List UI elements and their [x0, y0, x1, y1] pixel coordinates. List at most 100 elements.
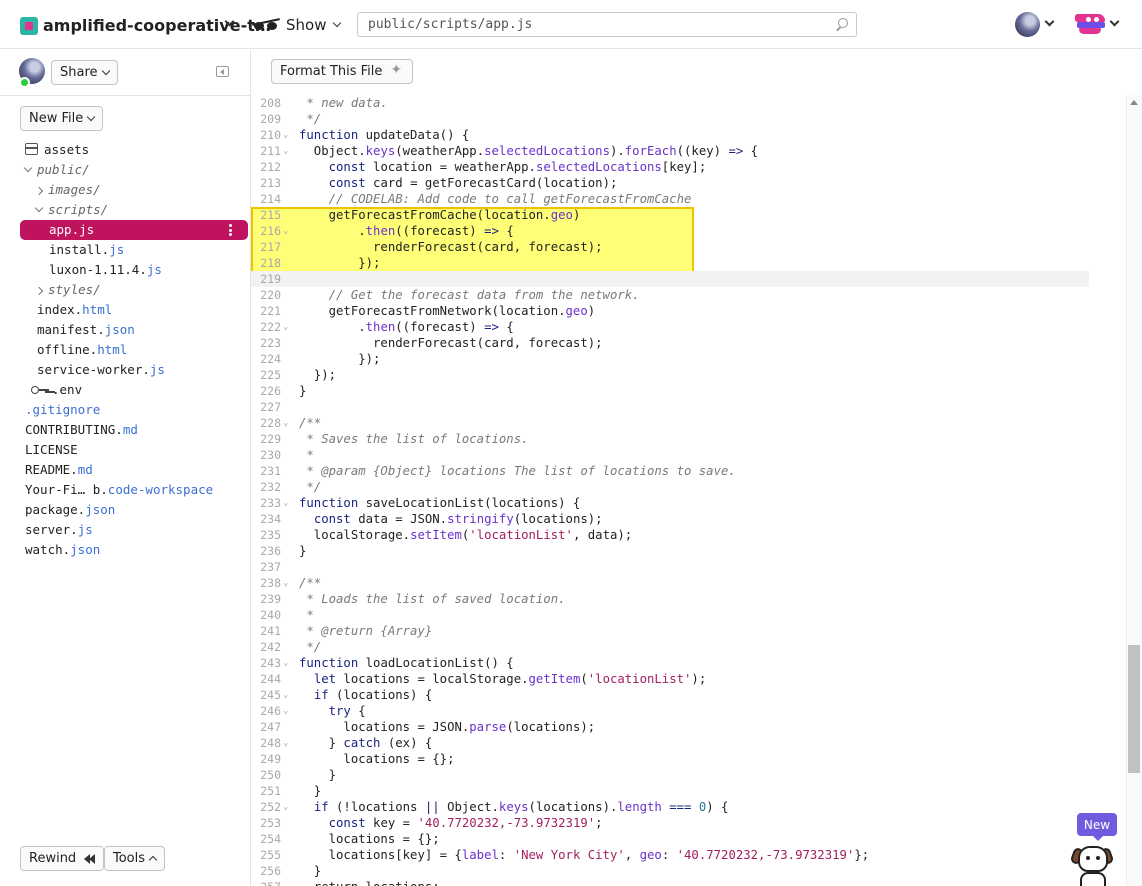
code-line[interactable]: 209 */ — [251, 111, 1131, 127]
new-badge[interactable]: New — [1077, 813, 1117, 841]
tools-button[interactable]: Tools — [104, 846, 166, 871]
code-line[interactable]: 245 ⌄ if (locations) { — [251, 687, 1131, 703]
code-line[interactable]: 220 // Get the forecast data from the ne… — [251, 287, 1131, 303]
code-line[interactable]: 236} — [251, 543, 1131, 559]
fold-chevron-icon[interactable]: ⌄ — [283, 143, 288, 159]
code-line[interactable]: 252 ⌄ if (!locations || Object.keys(locat… — [251, 799, 1131, 815]
file-luxon-1-11-4-js[interactable]: luxon-1.11.4.js — [49, 260, 162, 280]
code-line[interactable]: 218 }); — [251, 255, 1131, 271]
share-button[interactable]: Share — [51, 60, 118, 85]
fold-chevron-icon[interactable]: ⌄ — [283, 127, 288, 143]
code-line[interactable]: 257 return locations; — [251, 879, 1131, 886]
fold-chevron-icon[interactable]: ⌄ — [283, 223, 288, 239]
project-name[interactable]: amplified-cooperative-t… — [43, 16, 271, 35]
file-env[interactable]: .env — [31, 380, 82, 400]
code-line[interactable]: 241 * @return {Array} — [251, 623, 1131, 639]
code-line[interactable]: 251 } — [251, 783, 1131, 799]
file-contributing-md[interactable]: CONTRIBUTING.md — [25, 420, 138, 440]
file-search[interactable] — [357, 12, 857, 37]
file-assets[interactable]: assets — [25, 140, 89, 160]
code-line[interactable]: 233 ⌄ function saveLocationList(locations)… — [251, 495, 1131, 511]
code-editor[interactable]: 208 * new data. 209 */210 ⌄ function update… — [251, 95, 1142, 886]
code-line[interactable]: 234 const data = JSON.stringify(location… — [251, 511, 1131, 527]
file-license[interactable]: LICENSE — [25, 440, 78, 460]
code-line[interactable]: 214 // CODELAB: Add code to call getFore… — [251, 191, 1131, 207]
scrollbar-thumb[interactable] — [1128, 645, 1140, 773]
file-server-js[interactable]: server.js — [25, 520, 93, 540]
code-line[interactable]: 240 * — [251, 607, 1131, 623]
code-line[interactable]: 231 * @param {Object} locations The list… — [251, 463, 1131, 479]
code-line[interactable]: 221 getForecastFromNetwork(location.geo) — [251, 303, 1131, 319]
code-line[interactable]: 249 locations = {}; — [251, 751, 1131, 767]
file-service-worker-js[interactable]: service-worker.js — [37, 360, 165, 380]
code-line[interactable]: 212 const location = weatherApp.selected… — [251, 159, 1131, 175]
file-install-js[interactable]: install.js — [49, 240, 124, 260]
code-line[interactable]: 254 locations = {}; — [251, 831, 1131, 847]
code-line[interactable]: 242 */ — [251, 639, 1131, 655]
more-options-icon[interactable] — [229, 224, 232, 236]
fold-chevron-icon[interactable]: ⌄ — [283, 415, 288, 431]
code-line[interactable]: 222 ⌄ .then((forecast) => { — [251, 319, 1131, 335]
code-line[interactable]: 246 ⌄ try { — [251, 703, 1131, 719]
file-manifest-json[interactable]: manifest.json — [37, 320, 135, 340]
code-line[interactable]: 255 locations[key] = {label: 'New York C… — [251, 847, 1131, 863]
code-line[interactable]: 237 — [251, 559, 1131, 575]
folder-public[interactable]: public/ — [23, 160, 90, 180]
file-gitignore[interactable]: .gitignore — [25, 400, 100, 420]
code-line[interactable]: 210 ⌄ function updateData() { — [251, 127, 1131, 143]
code-line[interactable]: 238 ⌄ /** — [251, 575, 1131, 591]
code-line[interactable]: 228 ⌄ /** — [251, 415, 1131, 431]
rewind-button[interactable]: Rewind — [20, 846, 105, 871]
code-line[interactable]: 223 renderForecast(card, forecast); — [251, 335, 1131, 351]
dog-mascot-icon[interactable] — [1069, 842, 1115, 886]
code-line[interactable]: 224 }); — [251, 351, 1131, 367]
fold-chevron-icon[interactable]: ⌄ — [283, 703, 288, 719]
code-line[interactable]: 227 — [251, 399, 1131, 415]
chevron-down-icon[interactable] — [1109, 16, 1120, 27]
fold-chevron-icon[interactable]: ⌄ — [283, 687, 288, 703]
code-line[interactable]: 229 * Saves the list of locations. — [251, 431, 1131, 447]
fold-chevron-icon[interactable]: ⌄ — [283, 495, 288, 511]
code-line[interactable]: 211 ⌄ Object.keys(weatherApp.selectedLoca… — [251, 143, 1131, 159]
user-avatar[interactable] — [1015, 12, 1040, 37]
format-file-button[interactable]: Format This File — [271, 59, 414, 84]
code-line[interactable]: 243 ⌄ function loadLocationList() { — [251, 655, 1131, 671]
code-line[interactable]: 247 locations = JSON.parse(locations); — [251, 719, 1131, 735]
glitch-logo-icon[interactable] — [1075, 13, 1105, 35]
code-line[interactable]: 225 }); — [251, 367, 1131, 383]
fold-chevron-icon[interactable]: ⌄ — [283, 799, 288, 815]
code-line[interactable]: 232 */ — [251, 479, 1131, 495]
code-line[interactable]: 208 * new data. — [251, 95, 1131, 111]
code-line[interactable]: 216 ⌄ .then((forecast) => { — [251, 223, 1131, 239]
code-line[interactable]: 253 const key = '40.7720232,-73.9732319'… — [251, 815, 1131, 831]
code-line[interactable]: 219 — [251, 271, 1131, 287]
code-line[interactable]: 235 localStorage.setItem('locationList',… — [251, 527, 1131, 543]
fold-chevron-icon[interactable]: ⌄ — [283, 319, 288, 335]
file-your-fi-b-code-workspace[interactable]: Your-Fi… b.code-workspace — [25, 480, 213, 500]
file-app-js[interactable]: app.js — [20, 220, 248, 240]
fold-chevron-icon[interactable]: ⌄ — [283, 735, 288, 751]
code-line[interactable]: 215 getForecastFromCache(location.geo) — [251, 207, 1131, 223]
code-line[interactable]: 250 } — [251, 767, 1131, 783]
file-readme-md[interactable]: README.md — [25, 460, 93, 480]
scroll-up-icon[interactable] — [1130, 100, 1138, 105]
file-offline-html[interactable]: offline.html — [37, 340, 127, 360]
file-package-json[interactable]: package.json — [25, 500, 115, 520]
fold-chevron-icon[interactable]: ⌄ — [283, 575, 288, 591]
new-file-button[interactable]: New File — [20, 106, 104, 131]
code-line[interactable]: 217 renderForecast(card, forecast); — [251, 239, 1131, 255]
search-icon[interactable] — [836, 18, 848, 30]
folder-images[interactable]: images/ — [34, 180, 101, 200]
code-line[interactable]: 213 const card = getForecastCard(locatio… — [251, 175, 1131, 191]
code-line[interactable]: 226} — [251, 383, 1131, 399]
code-line[interactable]: 248 ⌄ } catch (ex) { — [251, 735, 1131, 751]
chevron-down-icon[interactable] — [1044, 16, 1055, 27]
fold-chevron-icon[interactable]: ⌄ — [283, 655, 288, 671]
show-button[interactable]: Show — [252, 14, 342, 36]
file-index-html[interactable]: index.html — [37, 300, 112, 320]
code-line[interactable]: 256 } — [251, 863, 1131, 879]
code-line[interactable]: 239 * Loads the list of saved location. — [251, 591, 1131, 607]
folder-scripts[interactable]: scripts/ — [34, 200, 108, 220]
folder-styles[interactable]: styles/ — [34, 280, 101, 300]
code-line[interactable]: 244 let locations = localStorage.getItem… — [251, 671, 1131, 687]
